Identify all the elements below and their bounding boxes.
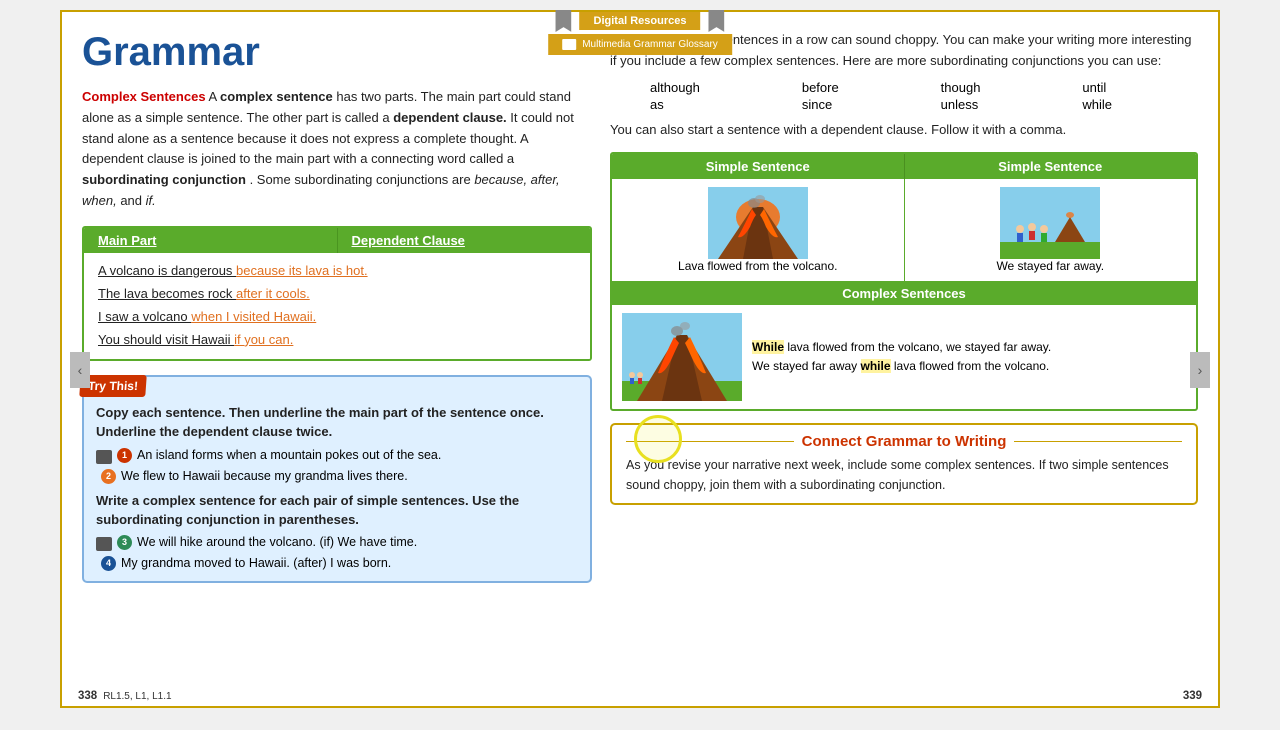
table-row: A volcano is dangerous because its lava … xyxy=(98,259,576,282)
table-row: You should visit Hawaii if you can. xyxy=(98,328,576,351)
next-arrow[interactable]: › xyxy=(1190,352,1210,388)
exercises-group-1: 1 An island forms when a mountain pokes … xyxy=(96,448,578,485)
write-instruction: Write a complex sentence for each pair o… xyxy=(96,491,578,530)
table-body: A volcano is dangerous because its lava … xyxy=(84,253,590,359)
exercise-item: 2 We flew to Hawaii because my grandma l… xyxy=(96,469,578,485)
sentences-images: Lava flowed from the volcano. xyxy=(612,179,1196,282)
digital-resources-button[interactable]: Digital Resources xyxy=(580,12,701,30)
num-badge-4: 4 xyxy=(101,556,116,571)
multimedia-label: Multimedia Grammar Glossary xyxy=(582,39,718,50)
prev-arrow[interactable]: ‹ xyxy=(70,352,90,388)
connect-grammar-box: Connect Grammar to Writing As you revise… xyxy=(610,423,1198,505)
complex-body: While lava flowed from the volcano, we s… xyxy=(612,305,1196,409)
connect-grammar-text: As you revise your narrative next week, … xyxy=(626,456,1182,495)
sentences-box: Simple Sentence Simple Sentence xyxy=(610,152,1198,411)
complex-sentences-intro: Complex Sentences A complex sentence has… xyxy=(82,87,592,212)
page-num-left: 338 xyxy=(78,690,97,702)
page-title: Grammar xyxy=(82,30,592,75)
row2-text: We stayed far away. xyxy=(996,259,1104,273)
table-row: The lava becomes rock after it cools. xyxy=(98,282,576,305)
bookmark-left-icon xyxy=(556,10,572,32)
speaker-icon xyxy=(96,450,112,464)
row1-text: Lava flowed from the volcano. xyxy=(678,259,837,273)
away-cell: We stayed far away. xyxy=(905,179,1197,281)
complex-volcano-svg xyxy=(622,313,742,401)
bookmark-right-icon xyxy=(708,10,724,32)
num-badge-1: 1 xyxy=(117,448,132,463)
num-badge-2: 2 xyxy=(101,469,116,484)
volcano-cell: Lava flowed from the volcano. xyxy=(612,179,905,281)
sentence-table: Main Part Dependent Clause A volcano is … xyxy=(82,226,592,361)
exercise-item: 4 My grandma moved to Hawaii. (after) I … xyxy=(96,556,578,571)
page-container: Grammar Complex Sentences A complex sent… xyxy=(60,10,1220,708)
col-dependent-clause: Dependent Clause xyxy=(338,228,591,253)
speaker-icon-2 xyxy=(96,537,112,551)
table-header: Main Part Dependent Clause xyxy=(84,228,590,253)
standards-label: RL1.5, L1, L1.1 xyxy=(103,691,171,702)
try-this-instruction: Copy each sentence. Then underline the m… xyxy=(96,403,578,442)
sentences-header: Simple Sentence Simple Sentence xyxy=(612,154,1196,179)
try-this-box: Try This! Copy each sentence. Then under… xyxy=(82,375,592,583)
connect-grammar-header: Connect Grammar to Writing xyxy=(626,433,1182,450)
toolbar: Digital Resources Multimedia Grammar Glo… xyxy=(548,10,732,55)
exercises-group-2: 3 We will hike around the volcano. (if) … xyxy=(96,535,578,571)
page-footer: 338 RL1.5, L1, L1.1 339 xyxy=(78,690,1202,702)
volcano-svg xyxy=(708,187,808,259)
people-svg xyxy=(1000,187,1100,259)
footer-left: 338 RL1.5, L1, L1.1 xyxy=(78,690,172,702)
col-simple-1: Simple Sentence xyxy=(612,154,905,179)
col-main-part: Main Part xyxy=(84,228,338,253)
col-simple-2: Simple Sentence xyxy=(905,154,1197,179)
page-num-right: 339 xyxy=(1183,690,1202,702)
monitor-icon xyxy=(562,39,576,50)
start-sentence-text: You can also start a sentence with a dep… xyxy=(610,120,1198,141)
complex-header: Complex Sentences xyxy=(612,282,1196,305)
exercise-item: 3 We will hike around the volcano. (if) … xyxy=(96,535,578,551)
table-row: I saw a volcano when I visited Hawaii. xyxy=(98,305,576,328)
right-column: Many short simple sentences in a row can… xyxy=(610,30,1198,680)
connect-grammar-title: Connect Grammar to Writing xyxy=(802,433,1007,450)
complex-sentences-text: While lava flowed from the volcano, we s… xyxy=(752,338,1051,376)
exercise-item: 1 An island forms when a mountain pokes … xyxy=(96,448,578,464)
complex-sentences-label: Complex Sentences xyxy=(82,89,206,104)
complex-sentence-bold: complex sentence xyxy=(220,89,333,104)
multimedia-dropdown[interactable]: Multimedia Grammar Glossary xyxy=(548,34,732,55)
left-column: Grammar Complex Sentences A complex sent… xyxy=(82,30,592,680)
num-badge-3: 3 xyxy=(117,535,132,550)
conjunctions-grid: although before though until as since un… xyxy=(650,80,1198,112)
